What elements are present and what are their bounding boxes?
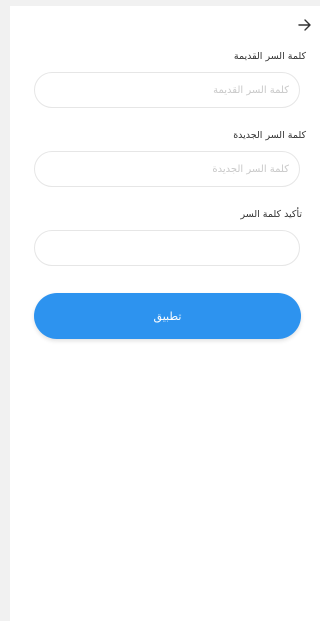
change-password-screen: كلمة السر القديمة كلمة السر الجديدة تأكي… (10, 6, 320, 621)
confirm-password-label: تأكيد كلمة السر (240, 209, 302, 220)
new-password-label: كلمة السر الجديدة (233, 130, 306, 141)
old-password-field[interactable] (34, 72, 300, 108)
new-password-field[interactable] (34, 151, 300, 187)
old-password-label: كلمة السر القديمة (233, 51, 306, 62)
apply-button[interactable]: تطبيق (34, 293, 301, 339)
arrow-right-icon (298, 19, 311, 31)
confirm-password-field[interactable] (34, 230, 300, 266)
back-button[interactable] (296, 16, 314, 34)
